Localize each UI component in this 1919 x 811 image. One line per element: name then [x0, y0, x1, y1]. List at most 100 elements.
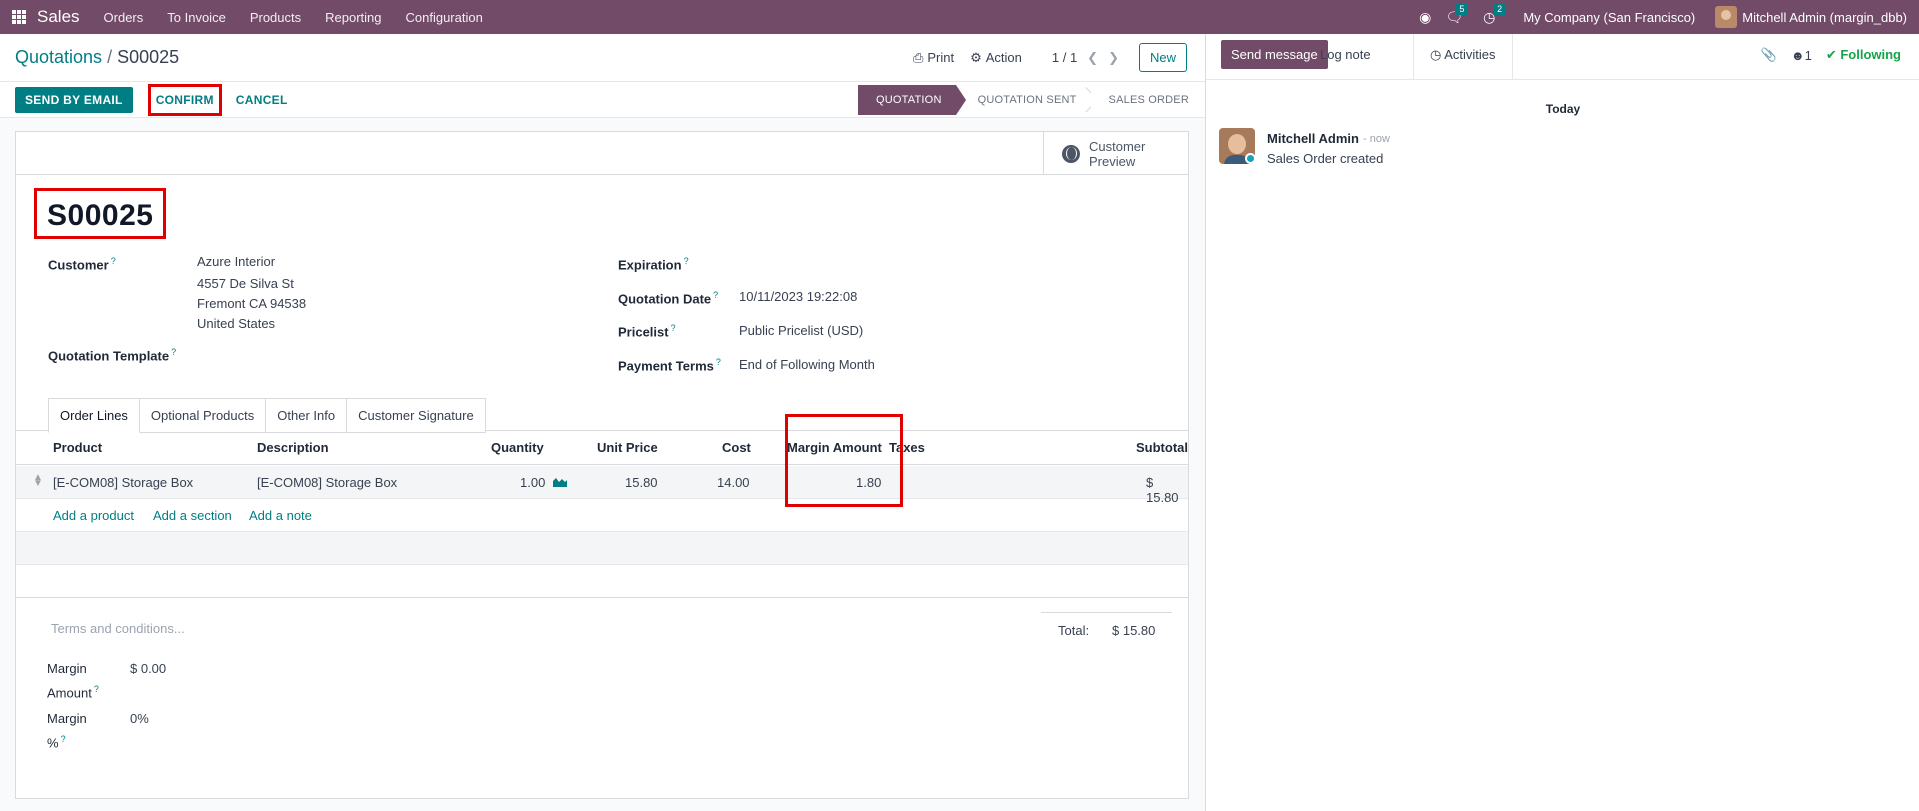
globe-icon: [1062, 144, 1080, 163]
table-row[interactable]: ▲ ▼ [E-COM08] Storage Box [E-COM08] Stora…: [16, 466, 1188, 505]
forecast-chart-icon[interactable]: [553, 476, 567, 487]
company-switcher[interactable]: My Company (San Francisco): [1523, 10, 1695, 25]
breadcrumb-separator: /: [107, 47, 113, 67]
quotation-date-label: Quotation Date?: [618, 290, 719, 307]
confirm-highlight: CONFIRM: [147, 83, 222, 116]
stage-sales-order[interactable]: SALES ORDER: [1090, 85, 1189, 115]
tab-customer-signature[interactable]: Customer Signature: [347, 398, 486, 433]
pager-value[interactable]: 1 / 1: [1052, 50, 1077, 65]
col-unit-price[interactable]: Unit Price: [597, 440, 658, 455]
messages-badge: 5: [1455, 2, 1469, 15]
add-section-link[interactable]: Add a section: [153, 508, 232, 523]
tab-order-lines[interactable]: Order Lines: [48, 398, 140, 433]
cancel-button[interactable]: CANCEL: [236, 93, 288, 107]
activities-button[interactable]: ◷ Activities: [1413, 34, 1513, 80]
check-icon: ✔: [1825, 47, 1837, 62]
control-panel-bottom: SEND BY EMAIL CONFIRM CANCEL QUOTATION Q…: [0, 82, 1205, 118]
messages-icon[interactable]: 🗨 5: [1445, 2, 1469, 26]
total-divider: [1041, 612, 1172, 613]
customer-field[interactable]: Azure Interior 4557 De Silva St Fremont …: [197, 252, 306, 334]
activities-clock-icon[interactable]: ◷ 2: [1483, 2, 1507, 26]
apps-grid-icon[interactable]: [12, 10, 26, 24]
row-cost[interactable]: 14.00: [717, 475, 750, 490]
customer-street: 4557 De Silva St: [197, 276, 294, 291]
pager-prev-icon[interactable]: ❮: [1087, 50, 1098, 66]
tab-other-info[interactable]: Other Info: [266, 398, 348, 433]
paperclip-icon[interactable]: 📎: [1761, 47, 1777, 63]
new-button[interactable]: New: [1138, 43, 1187, 72]
breadcrumb-current: S00025: [117, 47, 180, 67]
customer-country: United States: [197, 316, 276, 331]
menu-configuration[interactable]: Configuration: [406, 10, 483, 25]
customer-label: Customer?: [48, 256, 116, 273]
add-product-link[interactable]: Add a product: [53, 508, 134, 523]
col-cost[interactable]: Cost: [722, 440, 751, 455]
order-name: S00025: [47, 199, 154, 232]
margin-amount-label: Margin Amount?: [47, 661, 99, 701]
send-by-email-button[interactable]: SEND BY EMAIL: [15, 86, 133, 113]
terms-conditions-input[interactable]: Terms and conditions...: [51, 621, 185, 636]
form-sheet: Customer Preview S00025 Customer? Azure …: [15, 131, 1189, 799]
row-unit-price[interactable]: 15.80: [625, 475, 658, 490]
log-note-button[interactable]: Log note: [1320, 47, 1371, 62]
row-product[interactable]: [E-COM08] Storage Box: [53, 475, 193, 490]
customer-city: Fremont CA 94538: [197, 296, 307, 311]
date-separator: Today: [1545, 102, 1581, 116]
template-label: Quotation Template?: [48, 347, 177, 364]
col-description[interactable]: Description: [257, 440, 329, 455]
confirm-button[interactable]: CONFIRM: [156, 93, 214, 107]
menu-to-invoice[interactable]: To Invoice: [167, 10, 226, 25]
user-avatar: [1715, 6, 1738, 28]
col-product[interactable]: Product: [53, 440, 102, 455]
order-lines-header: Product Description Quantity Unit Price …: [16, 431, 1188, 465]
message-author[interactable]: Mitchell Admin: [1267, 131, 1359, 146]
customer-preview-button[interactable]: Customer Preview: [1043, 132, 1188, 175]
action-button[interactable]: ⚙ Action: [970, 50, 1022, 66]
payment-terms-field[interactable]: End of Following Month: [739, 355, 875, 375]
chatter-topbar: Send message Log note ◷ Activities 📎 ☻1 …: [1206, 34, 1919, 80]
add-line-row: Add a product Add a section Add a note: [16, 499, 1188, 532]
pricelist-field[interactable]: Public Pricelist (USD): [739, 321, 863, 341]
user-menu[interactable]: Mitchell Admin (margin_dbb): [1715, 6, 1907, 28]
menu-reporting[interactable]: Reporting: [325, 10, 381, 25]
customer-preview-line2: Preview: [1089, 153, 1136, 169]
person-icon: ☻: [1790, 47, 1805, 63]
row-description[interactable]: [E-COM08] Storage Box: [257, 475, 397, 490]
quotation-date-field[interactable]: 10/11/2023 19:22:08: [739, 287, 857, 307]
followers-button[interactable]: ☻1: [1791, 48, 1812, 63]
add-note-link[interactable]: Add a note: [249, 508, 312, 523]
button-box: Customer Preview: [16, 132, 1188, 175]
margin-percent-value: 0%: [130, 711, 149, 726]
customer-preview-line1: Customer: [1089, 138, 1146, 154]
tab-optional-products[interactable]: Optional Products: [139, 398, 267, 433]
col-quantity[interactable]: Quantity: [491, 440, 544, 455]
online-status-icon: [1245, 153, 1256, 164]
drag-handle-icon[interactable]: ▲ ▼: [33, 473, 43, 489]
menu-orders[interactable]: Orders: [104, 10, 144, 25]
empty-row: [16, 532, 1188, 565]
menu-products[interactable]: Products: [250, 10, 301, 25]
following-button[interactable]: ✔ Following: [1826, 47, 1901, 63]
send-message-button[interactable]: Send message: [1221, 40, 1328, 69]
clock-icon: ◷: [1430, 47, 1442, 62]
following-label: Following: [1840, 47, 1901, 62]
pricelist-label: Pricelist?: [618, 323, 676, 340]
chatter-panel: Send message Log note ◷ Activities 📎 ☻1 …: [1205, 34, 1919, 811]
row-quantity[interactable]: 1.00: [520, 475, 545, 490]
print-button[interactable]: ⎙ Print: [913, 50, 954, 66]
message-time: - now: [1363, 133, 1390, 145]
followers-count: 1: [1804, 47, 1812, 63]
app-name[interactable]: Sales: [37, 7, 80, 27]
user-name: Mitchell Admin (margin_dbb): [1742, 9, 1907, 25]
breadcrumb-quotations[interactable]: Quotations: [15, 47, 102, 67]
message-body: Sales Order created: [1267, 151, 1384, 166]
activities-label: Activities: [1444, 47, 1496, 62]
expiration-label: Expiration?: [618, 256, 689, 273]
pager-next-icon[interactable]: ❯: [1108, 50, 1119, 66]
bug-icon[interactable]: ◉: [1419, 9, 1431, 26]
title-highlight: S00025: [34, 188, 167, 239]
col-subtotal[interactable]: Subtotal: [1136, 440, 1188, 455]
margin-column-highlight: [785, 414, 903, 507]
stage-quotation[interactable]: QUOTATION: [858, 85, 966, 115]
stage-quotation-sent[interactable]: QUOTATION SENT: [955, 85, 1091, 115]
